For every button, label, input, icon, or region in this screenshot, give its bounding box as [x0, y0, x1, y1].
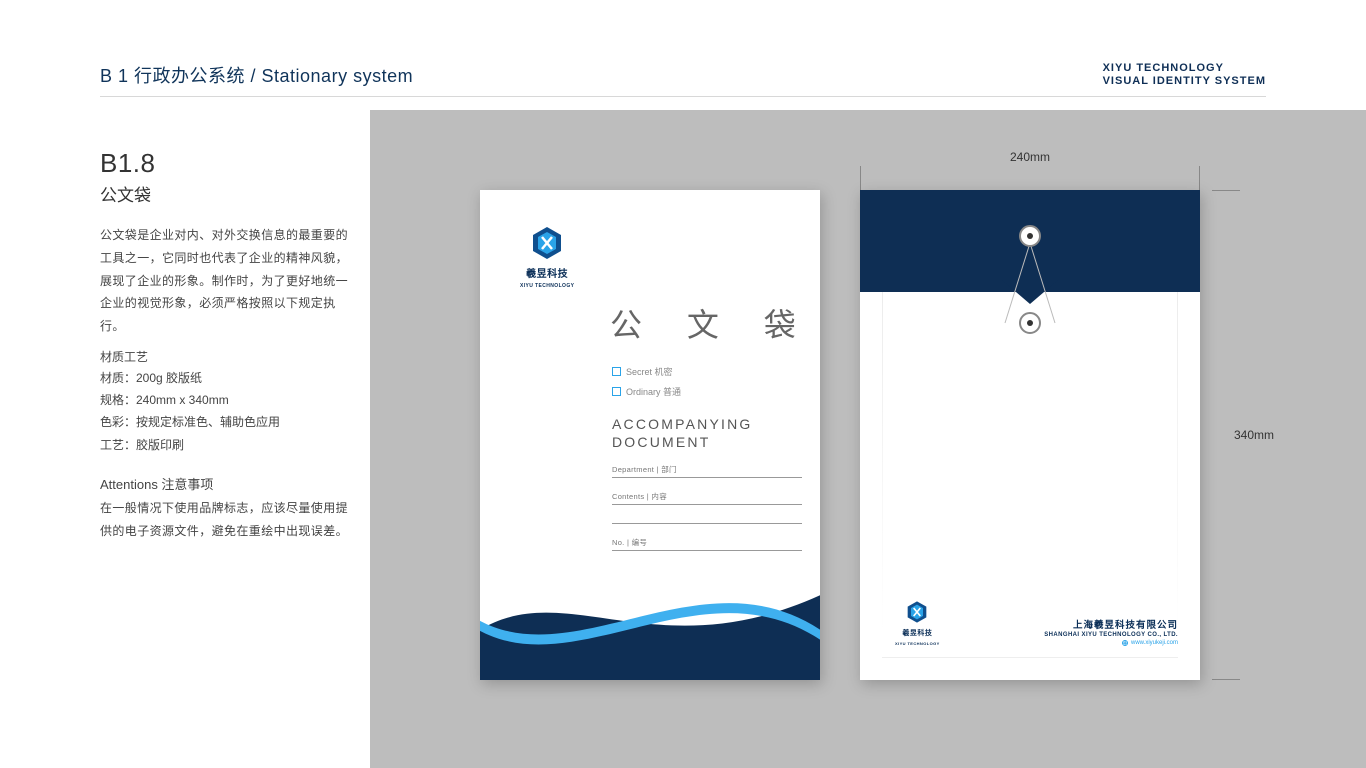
- company-name-en: SHANGHAI XIYU TECHNOLOGY CO., LTD.: [1044, 632, 1178, 638]
- section-title: B 1 行政办公系统 / Stationary system: [100, 62, 413, 88]
- spec-sidebar: B1.8 公文袋 公文袋是企业对内、对外交换信息的最重要的工具之一，它同时也代表…: [100, 148, 355, 542]
- attention-body: 在一般情况下使用品牌标志，应该尽量使用提供的电子资源文件，避免在重绘中出现误差。: [100, 497, 355, 543]
- brand-block: XIYU TECHNOLOGY VISUAL IDENTITY SYSTEM: [1103, 62, 1266, 88]
- envelope-front: 羲昱科技 XIYU TECHNOLOGY 公 文 袋 Secret 机密 Ord…: [480, 190, 820, 680]
- brand-logo-small: 羲昱科技 XIYU TECHNOLOGY: [895, 600, 940, 646]
- company-name-cn: 上海羲昱科技有限公司: [1044, 617, 1178, 631]
- item-description: 公文袋是企业对内、对外交换信息的最重要的工具之一，它同时也代表了企业的精神风貌，…: [100, 224, 355, 338]
- company-block: 上海羲昱科技有限公司 SHANGHAI XIYU TECHNOLOGY CO.,…: [1044, 617, 1178, 646]
- string-disc-bottom-icon: [1019, 312, 1041, 334]
- dimension-width-value: 240mm: [1010, 150, 1050, 164]
- spec-process: 工艺：胶版印刷: [100, 434, 355, 456]
- classification-checks: Secret 机密 Ordinary 普通: [612, 365, 681, 405]
- logo-text-en: XIYU TECHNOLOGY: [520, 283, 574, 289]
- mockup-canvas: 240mm 340mm 羲昱科技 XIYU TECHNOLO: [370, 110, 1366, 768]
- envelope-back-footer: 羲昱科技 XIYU TECHNOLOGY 上海羲昱科技有限公司 SHANGHAI…: [895, 600, 1178, 646]
- spec-material: 材质：200g 胶版纸: [100, 367, 355, 389]
- envelope-title: 公 文 袋: [610, 300, 814, 346]
- checkbox-icon: [612, 387, 621, 396]
- mockup-area: 羲昱科技 XIYU TECHNOLOGY 公 文 袋 Secret 机密 Ord…: [480, 190, 1200, 680]
- field-department-label: Department | 部门: [612, 464, 802, 475]
- check-ordinary: Ordinary 普通: [612, 385, 681, 398]
- brand-line-1: XIYU TECHNOLOGY: [1103, 62, 1266, 75]
- field-no: No. | 编号: [612, 537, 802, 551]
- attention-title: Attentions 注意事项: [100, 474, 355, 493]
- field-contents: Contents | 内容: [612, 491, 802, 524]
- dimension-height-value: 340mm: [1234, 428, 1274, 442]
- accompanying-title-1: ACCOMPANYING: [612, 416, 802, 434]
- company-url: www.xiyukeji.com: [1044, 640, 1178, 646]
- item-name: 公文袋: [100, 181, 355, 206]
- logo-text-cn: 羲昱科技: [902, 628, 932, 638]
- logo-text-en: XIYU TECHNOLOGY: [895, 641, 940, 646]
- string-disc-top-icon: [1019, 225, 1041, 247]
- field-department: Department | 部门: [612, 464, 802, 478]
- spec-size: 规格：240mm x 340mm: [100, 389, 355, 411]
- dimension-width: 240mm: [860, 150, 1200, 164]
- envelope-back: 羲昱科技 XIYU TECHNOLOGY 上海羲昱科技有限公司 SHANGHAI…: [860, 190, 1200, 680]
- brand-line-2: VISUAL IDENTITY SYSTEM: [1103, 75, 1266, 88]
- check-secret: Secret 机密: [612, 365, 681, 378]
- accompanying-block: ACCOMPANYING DOCUMENT Department | 部门 Co…: [612, 416, 802, 551]
- field-contents-label: Contents | 内容: [612, 491, 802, 502]
- checkbox-icon: [612, 367, 621, 376]
- page-header: B 1 行政办公系统 / Stationary system XIYU TECH…: [100, 62, 1266, 97]
- brand-logo: 羲昱科技 XIYU TECHNOLOGY: [520, 225, 574, 289]
- accompanying-title-2: DOCUMENT: [612, 434, 802, 452]
- field-no-label: No. | 编号: [612, 537, 802, 548]
- decorative-wave: [480, 563, 820, 680]
- check-ordinary-label: Ordinary 普通: [626, 385, 681, 398]
- logo-hexagon-icon: [905, 600, 929, 624]
- logo-hexagon-icon: [529, 225, 565, 261]
- globe-icon: [1122, 640, 1128, 646]
- item-code: B1.8: [100, 148, 355, 179]
- spec-color: 色彩：按规定标准色、辅助色应用: [100, 411, 355, 433]
- logo-text-cn: 羲昱科技: [526, 265, 568, 280]
- dimension-height: 340mm: [1218, 190, 1278, 680]
- material-title: 材质工艺: [100, 348, 355, 365]
- check-secret-label: Secret 机密: [626, 365, 673, 378]
